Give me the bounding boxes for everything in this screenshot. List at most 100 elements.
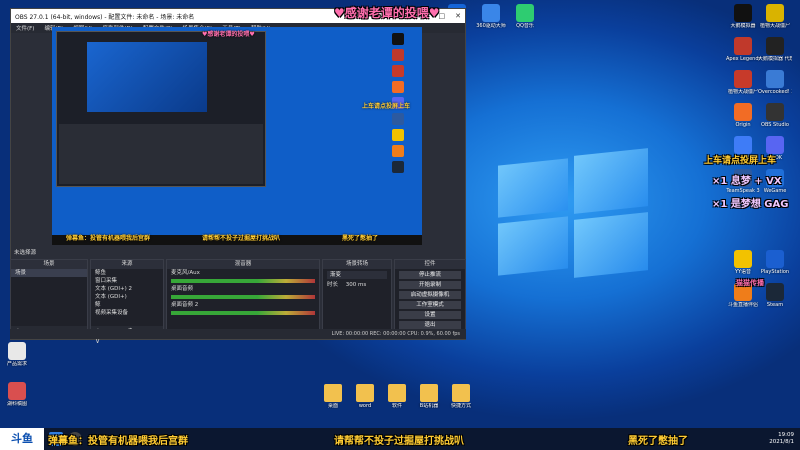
transition-select[interactable]: 渐变 [327, 271, 387, 279]
clock-date: 2021/8/1 [769, 439, 794, 445]
obs-preview[interactable]: ♥感谢老谭的投喂♥ 上车请点投屏上车 弹幕鱼：投管有机器喂我后宫群 请帮帮不投子… [52, 27, 422, 245]
mixer-dock[interactable]: 混音器 麦克风/Aux 桌面音频 桌面音频 2 [166, 259, 320, 337]
source-item[interactable]: 鲸鱼 [91, 269, 163, 277]
desktop-icon[interactable]: PlayStation [758, 250, 792, 275]
bottom-right-overlay: 黑死了憋抽了 [628, 436, 688, 447]
desktop-icon-label: word [358, 403, 372, 409]
desktop-icon-label: 软件 [391, 403, 402, 409]
black-game-icon [734, 4, 752, 22]
discord-icon [766, 136, 784, 154]
folder-icon [388, 384, 406, 402]
desktop-icon[interactable]: 植物大战僵尸 [758, 4, 792, 29]
source-item[interactable]: 文本 (GDI+) 2 [91, 285, 163, 293]
control-button[interactable]: 开始录制 [399, 281, 461, 289]
sources-title: 来源 [91, 260, 163, 269]
obs-icon [766, 103, 784, 121]
desktop-icon-label: Origin [735, 122, 751, 128]
source-item[interactable]: 文本 (GDI+) [91, 293, 163, 301]
desktop-icon-label: 桌面 [327, 403, 338, 409]
playstation-icon [766, 250, 784, 268]
desktop-icon[interactable]: Overcooked! 2 [758, 70, 792, 95]
desktop-folder[interactable]: 桌面 [316, 384, 350, 409]
sources-dock[interactable]: 来源 鲸鱼窗口采集文本 (GDI+) 2文本 (GDI+)鲸视频采集设备 + −… [90, 259, 164, 345]
desktop-icon-label: Overcooked! 2 [758, 89, 792, 95]
desktop-icon-label: QQ音乐 [516, 23, 534, 29]
desktop-icon[interactable]: Apex Legends [726, 37, 760, 62]
mixer-track-label: 桌面音频 2 [171, 302, 199, 308]
right-overlay-3: ×1 是梦想 GAG [712, 199, 789, 210]
folder-icon [452, 384, 470, 402]
obs-statusbar: LIVE: 00:00:00 REC: 00:00:00 CPU: 0.9%, … [10, 329, 466, 339]
close-icon[interactable]: ✕ [455, 12, 461, 20]
transitions-title: 场景转场 [323, 260, 391, 269]
desktop-icon[interactable]: 植物大战僵尸 [726, 70, 760, 95]
desktop-icon[interactable]: QQ音乐 [508, 4, 542, 29]
controls-title: 控件 [395, 260, 465, 269]
overcooked-icon [766, 70, 784, 88]
desktop-icon-label: 360驱动大师 [476, 23, 506, 29]
bottom-center-overlay: 请帮帮不投子过掘屋打挑战叭 [334, 436, 464, 447]
desktop-icon[interactable]: 大鹅模拟器 [726, 4, 760, 29]
kaiheila-icon [734, 136, 752, 154]
menu-item[interactable]: 文件(F) [16, 24, 34, 32]
nested-mixer [59, 124, 263, 184]
lightning-icon [766, 4, 784, 22]
control-button[interactable]: 退出 [399, 321, 461, 329]
driver-icon [482, 4, 500, 22]
preview-right-text: 上车请点投屏上车 [362, 103, 411, 110]
controls-dock[interactable]: 控件 停止推流开始录制启动虚拟摄像机 工作室模式设置退出 [394, 259, 466, 337]
transitions-dock[interactable]: 场景转场 渐变 时长 300 ms [322, 259, 392, 337]
volume-meter[interactable] [171, 311, 315, 315]
source-item[interactable]: 窗口采集 [91, 277, 163, 285]
desktop-folder[interactable]: 软件 [380, 384, 414, 409]
qqmusic-icon [516, 4, 534, 22]
control-button[interactable]: 设置 [399, 311, 461, 319]
source-item[interactable]: 鲸 [91, 301, 163, 309]
yy-icon [734, 250, 752, 268]
right-overlay-2: ×1 息梦 + VX [712, 176, 782, 187]
mw-icon [766, 37, 784, 55]
folder-icon [356, 384, 374, 402]
obs-title: OBS 27.0.1 (64-bit, windows) - 配置文件: 未命名… [15, 13, 195, 21]
desktop-icon-label: 植物大战僵尸 [759, 23, 790, 29]
volume-meter[interactable] [171, 295, 315, 299]
apex-icon [734, 37, 752, 55]
taskbar-clock[interactable]: 19:09 2021/8/1 [769, 432, 794, 446]
desktop-folder[interactable]: 快捷方式 [444, 384, 478, 409]
desktop-folder[interactable]: B站机器 [412, 384, 446, 409]
control-button[interactable]: 工作室模式 [399, 301, 461, 309]
desktop-icon[interactable]: Origin [726, 103, 760, 128]
folder-icon [420, 384, 438, 402]
desktop-icon[interactable]: 大鹅模拟器 代理者 [758, 37, 792, 62]
nested-preview [56, 31, 266, 187]
desktop-icon-label: WeGame [763, 188, 787, 194]
folder-icon [324, 384, 342, 402]
desktop-icon-label: OBS Studio [761, 122, 789, 128]
desktop-icon[interactable]: 湖科稿图 [0, 382, 34, 407]
desktop-icon-label: TeamSpeak 3 [726, 188, 760, 194]
image-icon [8, 382, 26, 400]
volume-meter[interactable] [171, 279, 315, 283]
scenes-dock[interactable]: 场景 场景 + − ∧ ∨ [10, 259, 88, 337]
desktop-icon-label: Steam [766, 302, 784, 308]
desktop-icon[interactable]: 360驱动大师 [474, 4, 508, 29]
desktop-icon[interactable]: YY语音 [726, 250, 760, 275]
windows-logo [498, 148, 648, 278]
scene-item[interactable]: 场景 [11, 269, 87, 277]
thanks-overlay: ♥感谢老谭的投喂♥ [334, 6, 440, 20]
doc-icon [8, 342, 26, 360]
desktop-icon-label: B站机器 [419, 403, 439, 409]
source-item[interactable]: 视频采集设备 [91, 309, 163, 317]
control-button[interactable]: 启动虚拟摄像机 [399, 291, 461, 299]
right-overlay-4: 猫猫传播 [736, 279, 764, 287]
control-button[interactable]: 停止推流 [399, 271, 461, 279]
duration-input[interactable]: 300 ms [346, 282, 366, 288]
desktop-folder[interactable]: word [348, 384, 382, 409]
scenes-title: 场景 [11, 260, 87, 269]
preview-bottom-center-text: 请帮帮不投子过掘屋打挑战叭 [202, 235, 281, 242]
desktop-icon[interactable]: OBS Studio [758, 103, 792, 128]
desktop-icon[interactable]: 产品需求 [0, 342, 34, 367]
desktop-icon-label: 快捷方式 [450, 403, 471, 409]
mixer-track-label: 桌面音频 [171, 286, 194, 292]
mixer-track-label: 麦克风/Aux [171, 270, 200, 276]
